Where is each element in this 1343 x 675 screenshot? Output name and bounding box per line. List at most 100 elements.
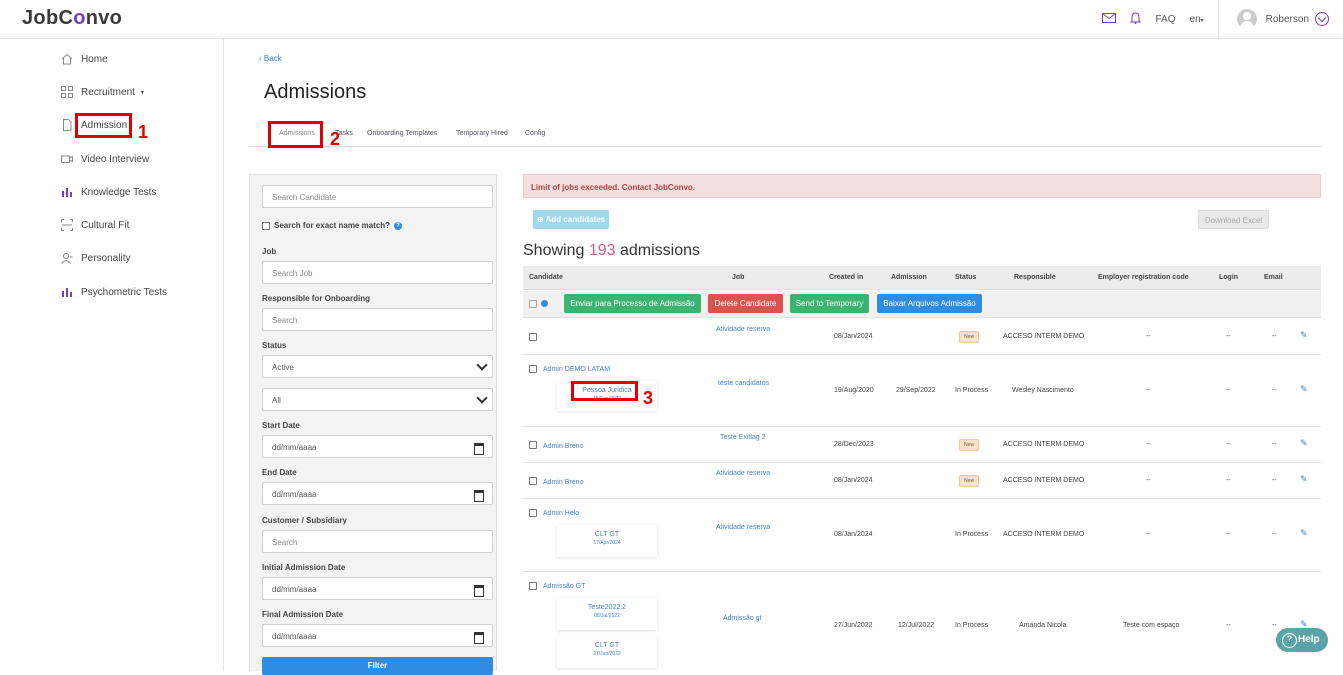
col-admission[interactable]: Admission — [891, 274, 927, 281]
download-admission-files-button[interactable]: Baixar Arquivos Admissão — [877, 294, 982, 313]
faq-link[interactable]: FAQ — [1155, 14, 1175, 25]
col-created-in[interactable]: Created in — [829, 274, 863, 281]
annotation-number: 2 — [330, 129, 341, 149]
delete-candidate-button[interactable]: Delete Candidate — [708, 294, 783, 313]
sidebar-item-personality[interactable]: Personality — [61, 252, 130, 264]
job-link[interactable]: Atividade reserva — [716, 470, 770, 477]
mail-icon[interactable] — [1102, 12, 1117, 26]
chevron-down-icon[interactable] — [1315, 12, 1329, 26]
col-email[interactable]: Email — [1264, 274, 1283, 281]
table-row[interactable]: Atividade reserva 08/Jan/2024 New ACCESO… — [523, 319, 1321, 355]
final-admission-date-input[interactable]: dd/mm/aaaa — [262, 624, 493, 647]
tab-temporary-hired[interactable]: Temporary Hired — [456, 130, 508, 137]
col-responsible[interactable]: Responsible — [1014, 274, 1056, 281]
sidebar-item-cultural-fit[interactable]: Cultural Fit — [61, 219, 129, 231]
user-name[interactable]: Roberson — [1266, 14, 1309, 25]
col-job[interactable]: Job — [732, 274, 744, 281]
jobconvo-logo[interactable]: JobConvo — [22, 7, 122, 30]
filter-button[interactable]: Filter — [262, 657, 493, 675]
admission-card-date: 17/Apr/2024 — [593, 540, 621, 546]
admission-card[interactable]: CLT GT 17/Apr/2024 — [557, 525, 657, 557]
email-value: -- — [1272, 441, 1277, 448]
sidebar-item-home[interactable]: Home — [61, 53, 108, 65]
edit-icon[interactable]: ✎ — [1300, 528, 1308, 538]
row-checkbox[interactable] — [529, 582, 537, 590]
col-login[interactable]: Login — [1219, 274, 1238, 281]
admission-card-title: CLT GT — [594, 531, 620, 538]
search-candidate-input[interactable]: Search Candidate — [262, 185, 493, 208]
document-icon — [61, 119, 73, 131]
login-value: -- — [1226, 477, 1231, 484]
job-link[interactable]: Teste Exitlag 2 — [720, 434, 766, 441]
sidebar-item-label: Psychometric Tests — [81, 286, 167, 298]
edit-icon[interactable]: ✎ — [1300, 330, 1308, 340]
candidate-name-link[interactable]: Admin DEMO LATAM — [543, 366, 610, 373]
sidebar-item-recruitment[interactable]: Recruitment ▾ — [61, 86, 144, 98]
admission-card[interactable]: Teste2022.2 08/Jul/2022 — [557, 598, 657, 630]
row-checkbox[interactable] — [529, 441, 537, 449]
employer-code: -- — [1146, 477, 1151, 484]
download-excel-button[interactable]: Download Excel — [1198, 210, 1269, 229]
grid-icon — [61, 86, 73, 98]
customer-search-input[interactable]: Search — [262, 530, 493, 553]
employer-code: -- — [1146, 531, 1151, 538]
help-button[interactable]: Help — [1276, 628, 1328, 652]
col-employer-code[interactable]: Employer registration code — [1098, 274, 1189, 281]
col-status[interactable]: Status — [955, 274, 976, 281]
employer-code: -- — [1146, 333, 1151, 340]
end-date-input[interactable]: dd/mm/aaaa — [262, 482, 493, 505]
job-link[interactable]: Admissão gt — [723, 615, 762, 622]
candidate-name-link[interactable]: Admin Helo — [543, 510, 579, 517]
bell-icon[interactable] — [1130, 11, 1142, 27]
job-link[interactable]: Atividade reserva — [716, 326, 770, 333]
row-checkbox[interactable] — [529, 509, 537, 517]
candidate-name-link[interactable]: Admin Breno — [543, 479, 583, 486]
sidebar-item-label: Personality — [81, 252, 131, 264]
frame-icon — [61, 219, 73, 231]
edit-icon[interactable]: ✎ — [1300, 384, 1308, 394]
tab-config[interactable]: Config — [525, 130, 545, 137]
sidebar-item-video-interview[interactable]: Video Interview — [61, 153, 149, 165]
row-checkbox[interactable] — [529, 365, 537, 373]
job-link[interactable]: Atividade reserva — [716, 524, 770, 531]
send-to-admission-button[interactable]: Enviar para Processo de Admissão — [564, 294, 701, 313]
back-link[interactable]: ‹ Back — [259, 54, 282, 63]
table-row[interactable]: Admissão GT Teste2022.2 08/Jul/2022 CLT … — [523, 572, 1321, 672]
admission-card-date: 08/Jul/2022 — [594, 613, 620, 619]
admission-card[interactable]: CLT GT 27/Jun/2022 — [557, 636, 657, 668]
admission-date: 29/Sep/2022 — [896, 387, 936, 394]
job-link[interactable]: teste candidatos — [718, 380, 769, 387]
candidate-name-link[interactable]: Admissão GT — [543, 583, 585, 590]
col-candidate[interactable]: Candidate — [529, 274, 563, 281]
email-value: -- — [1272, 387, 1277, 394]
edit-icon[interactable]: ✎ — [1300, 474, 1308, 484]
search-job-input[interactable]: Search Job — [262, 261, 493, 284]
status-secondary-select[interactable]: All — [262, 388, 493, 411]
row-checkbox[interactable] — [529, 333, 537, 341]
responsible-name: Wesley Nascimento — [1012, 387, 1074, 394]
sidebar-item-knowledge-tests[interactable]: Knowledge Tests — [61, 186, 156, 198]
tab-onboarding-templates[interactable]: Onboarding Templates — [367, 130, 437, 137]
select-all-checkbox[interactable] — [529, 300, 537, 308]
info-icon[interactable] — [541, 300, 548, 307]
send-to-temporary-button[interactable]: Send to Temporary — [790, 294, 869, 313]
question-icon[interactable]: ? — [394, 221, 403, 230]
row-checkbox[interactable] — [529, 477, 537, 485]
responsible-name: ACCESO INTERM DEMO — [1003, 531, 1085, 538]
sidebar-item-psychometric-tests[interactable]: Psychometric Tests — [61, 286, 167, 298]
table-row[interactable]: Admin Breno Atividade reserva 08/Jan/202… — [523, 463, 1321, 499]
candidate-name-link[interactable]: Admin Breno — [543, 443, 583, 450]
responsible-search-input[interactable]: Search — [262, 308, 493, 331]
start-date-input[interactable]: dd/mm/aaaa — [262, 435, 493, 458]
edit-icon[interactable]: ✎ — [1300, 438, 1308, 448]
add-candidates-button[interactable]: ⊕ Add candidates — [533, 210, 609, 229]
edit-icon[interactable]: ✎ — [1300, 619, 1308, 629]
exact-match-checkbox[interactable] — [262, 221, 270, 230]
avatar[interactable] — [1236, 9, 1257, 29]
language-selector[interactable]: en▾ — [1190, 14, 1204, 25]
table-row[interactable]: Admin Breno Teste Exitlag 2 28/Dec/2023 … — [523, 427, 1321, 463]
sidebar-item-label: Home — [81, 53, 108, 65]
initial-admission-date-input[interactable]: dd/mm/aaaa — [262, 577, 493, 600]
status-select[interactable]: Active — [262, 355, 493, 378]
table-row[interactable]: Admin Helo CLT GT 17/Apr/2024 Atividade … — [523, 499, 1321, 572]
